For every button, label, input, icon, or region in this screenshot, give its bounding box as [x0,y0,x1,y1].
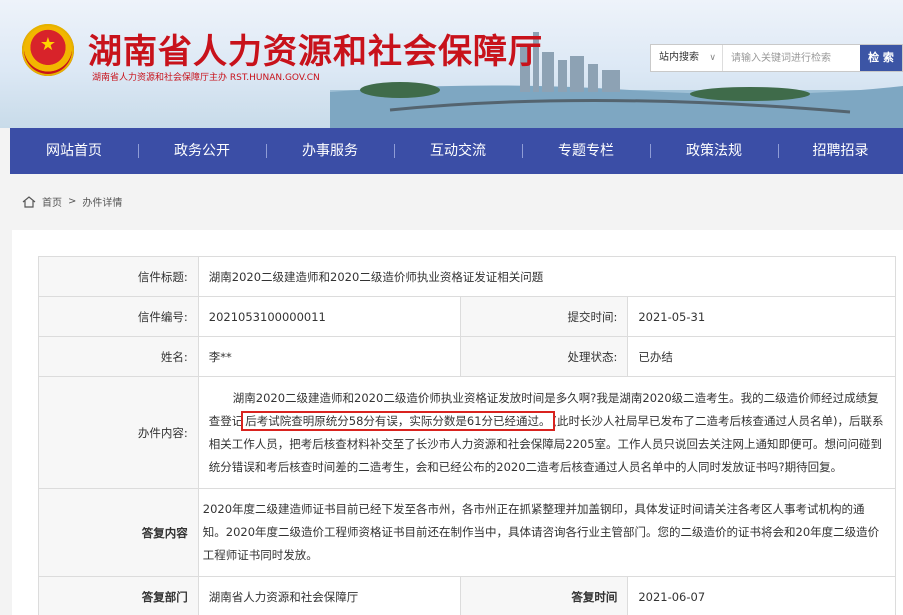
nav-item-policies[interactable]: 政策法规 [650,128,778,174]
dept-label: 答复部门 [38,576,199,615]
chevron-down-icon: ∨ [709,53,716,63]
reply-time-label: 答复时间 [459,576,629,615]
reply-content: 2020年度二级建造师证书目前已经下发至各市州，各市州正在抓紧整理并加盖钢印，具… [197,488,897,577]
site-header: 湖南省人力资源和社会保障厅 湖南省人力资源和社会保障厅主办 RST.HUNAN.… [0,0,903,128]
main-nav: 网站首页 政务公开 办事服务 互动交流 专题专栏 政策法规 招聘招录 [10,128,903,174]
nav-item-gov-affairs[interactable]: 政务公开 [138,128,266,174]
nav-item-recruitment[interactable]: 招聘招录 [778,128,903,174]
nav-item-services[interactable]: 办事服务 [266,128,394,174]
number-label: 信件编号: [38,296,199,337]
nav-item-interaction[interactable]: 互动交流 [394,128,522,174]
national-emblem-logo[interactable] [22,24,74,76]
search-scope-select[interactable]: 站内搜索 ∨ [651,45,723,71]
name-label: 姓名: [38,336,199,377]
content-label: 办件内容: [38,376,199,489]
sender-name: 李** [197,336,461,377]
reply-time: 2021-06-07 [627,576,896,615]
highlighted-sentence: 后考试院查明原统分58分有误，实际分数是61分已经通过。 [241,410,555,431]
table-row: 信件标题: 湖南2020二级建造师和2020二级造价师执业资格证发证相关问题 [38,256,897,297]
site-title[interactable]: 湖南省人力资源和社会保障厅 [88,24,543,73]
table-row: 答复内容 2020年度二级建造师证书目前已经下发至各市州，各市州正在抓紧整理并加… [38,488,897,577]
table-row: 办件内容: 湖南2020二级建造师和2020二级造价师执业资格证发放时间是多久啊… [38,376,897,489]
status-label: 处理状态: [459,336,629,377]
breadcrumb: 首页 > 办件详情 [22,194,122,209]
home-icon[interactable] [22,195,36,208]
search-button[interactable]: 检 索 [860,45,902,71]
letter-title: 湖南2020二级建造师和2020二级造价师执业资格证发证相关问题 [197,256,897,297]
letter-number: 2021053100000011 [197,296,461,337]
breadcrumb-separator: > [68,196,77,207]
search-bar: 站内搜索 ∨ 检 索 [650,44,903,72]
site-subtitle: 湖南省人力资源和社会保障厅主办 RST.HUNAN.GOV.CN [92,73,320,83]
search-scope-label: 站内搜索 [659,52,699,63]
reply-label: 答复内容 [38,488,199,577]
status-value: 已办结 [627,336,896,377]
table-row: 姓名: 李** 处理状态: 已办结 [38,336,896,377]
nav-item-home[interactable]: 网站首页 [10,128,138,174]
letter-detail-table: 信件标题: 湖南2020二级建造师和2020二级造价师执业资格证发证相关问题 信… [38,256,897,615]
submit-time-label: 提交时间: [459,296,629,337]
breadcrumb-home-link[interactable]: 首页 [42,194,62,209]
title-label: 信件标题: [38,256,199,297]
table-row: 答复部门 湖南省人力资源和社会保障厅 答复时间 2021-06-07 [38,576,896,615]
letter-content: 湖南2020二级建造师和2020二级造价师执业资格证发放时间是多久啊?我是湖南2… [197,376,897,489]
nav-item-topics[interactable]: 专题专栏 [522,128,650,174]
table-row: 信件编号: 2021053100000011 提交时间: 2021-05-31 [38,296,896,337]
letter-detail-panel: 信件标题: 湖南2020二级建造师和2020二级造价师执业资格证发证相关问题 信… [12,230,903,615]
breadcrumb-current: 办件详情 [82,198,123,209]
submit-time: 2021-05-31 [627,296,896,337]
reply-dept: 湖南省人力资源和社会保障厅 [197,576,461,615]
search-input[interactable] [723,45,860,71]
